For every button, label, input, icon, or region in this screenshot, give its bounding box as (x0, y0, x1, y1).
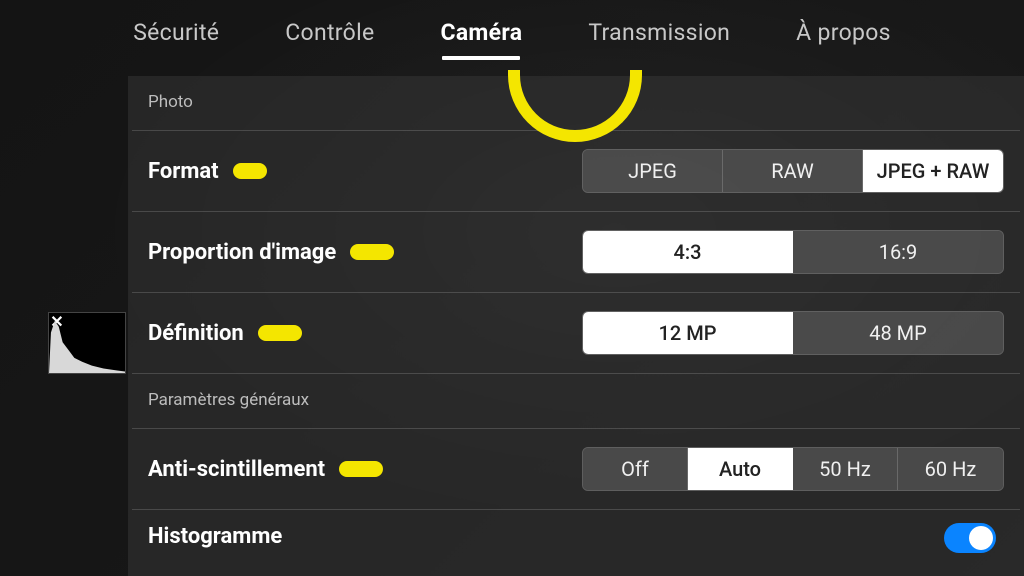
antiflicker-option-50hz[interactable]: 50 Hz (793, 448, 898, 490)
definition-option-12mp[interactable]: 12 MP (583, 312, 793, 354)
aspect-option-4-3[interactable]: 4:3 (583, 231, 793, 273)
format-segmented: JPEG RAW JPEG + RAW (582, 149, 1004, 193)
format-label: Format (148, 159, 219, 184)
row-definition: Définition 12 MP 48 MP (128, 293, 1024, 373)
highlighter-mark (233, 163, 267, 179)
antiflicker-option-off[interactable]: Off (583, 448, 688, 490)
settings-tab-bar: Sécurité Contrôle Caméra Transmission À … (0, 0, 1024, 76)
aspect-label: Proportion d'image (148, 240, 336, 265)
histogram-icon (49, 313, 125, 373)
aspect-option-16-9[interactable]: 16:9 (793, 231, 1003, 273)
row-format: Format JPEG RAW JPEG + RAW (128, 131, 1024, 211)
tab-camera[interactable]: Caméra (440, 19, 522, 58)
definition-segmented: 12 MP 48 MP (582, 311, 1004, 355)
aspect-segmented: 4:3 16:9 (582, 230, 1004, 274)
format-option-jpeg[interactable]: JPEG (583, 150, 723, 192)
highlighter-mark (350, 244, 394, 260)
histogram-label: Histogramme (148, 524, 282, 549)
highlighter-mark (258, 325, 302, 341)
format-option-jpegraw[interactable]: JPEG + RAW (863, 150, 1003, 192)
histogram-thumbnail[interactable]: ✕ (48, 312, 126, 374)
section-photo-label: Photo (128, 76, 1024, 130)
row-aspect: Proportion d'image 4:3 16:9 (128, 212, 1024, 292)
definition-option-48mp[interactable]: 48 MP (793, 312, 1003, 354)
tab-control[interactable]: Contrôle (285, 19, 374, 58)
tab-transmission[interactable]: Transmission (588, 19, 730, 58)
antiflicker-label: Anti-scintillement (148, 457, 325, 482)
camera-settings-panel: Photo Format JPEG RAW JPEG + RAW Proport… (128, 76, 1024, 576)
format-option-raw[interactable]: RAW (723, 150, 863, 192)
definition-label: Définition (148, 321, 244, 346)
antiflicker-option-60hz[interactable]: 60 Hz (898, 448, 1003, 490)
antiflicker-segmented: Off Auto 50 Hz 60 Hz (582, 447, 1004, 491)
row-antiflicker: Anti-scintillement Off Auto 50 Hz 60 Hz (128, 429, 1024, 509)
antiflicker-option-auto[interactable]: Auto (688, 448, 793, 490)
highlighter-mark (339, 461, 383, 477)
tab-about[interactable]: À propos (796, 19, 891, 58)
row-histogram: Histogramme (128, 510, 1024, 549)
histogram-toggle[interactable] (944, 523, 996, 553)
section-general-label: Paramètres généraux (128, 374, 1024, 428)
tab-security[interactable]: Sécurité (133, 19, 219, 58)
